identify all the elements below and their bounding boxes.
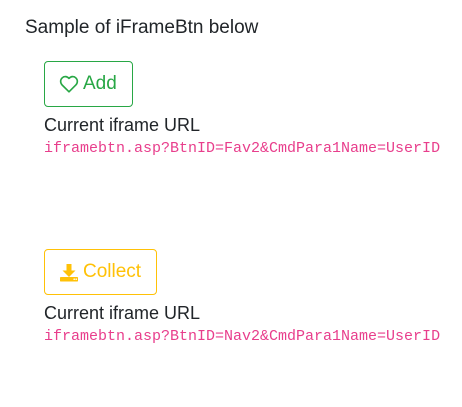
iframe-sample-add: Add Current iframe URL iframebtn.asp?Btn… — [44, 61, 462, 158]
iframe-sample-collect: Collect Current iframe URL iframebtn.asp… — [44, 249, 462, 346]
collect-button[interactable]: Collect — [44, 249, 158, 295]
add-button[interactable]: Add — [44, 61, 133, 107]
download-icon — [59, 263, 79, 282]
current-url-value: iframebtn.asp?BtnID=Fav2&CmdPara1Name=Us… — [44, 140, 441, 157]
add-button-label: Add — [83, 73, 117, 94]
current-url-label: Current iframe URL — [44, 115, 201, 135]
current-url-value: iframebtn.asp?BtnID=Nav2&CmdPara1Name=Us… — [44, 328, 441, 345]
collect-button-label: Collect — [83, 261, 142, 282]
heart-icon — [59, 75, 79, 93]
page-heading: Sample of iFrameBtn below — [25, 17, 259, 38]
current-url-label: Current iframe URL — [44, 303, 201, 323]
